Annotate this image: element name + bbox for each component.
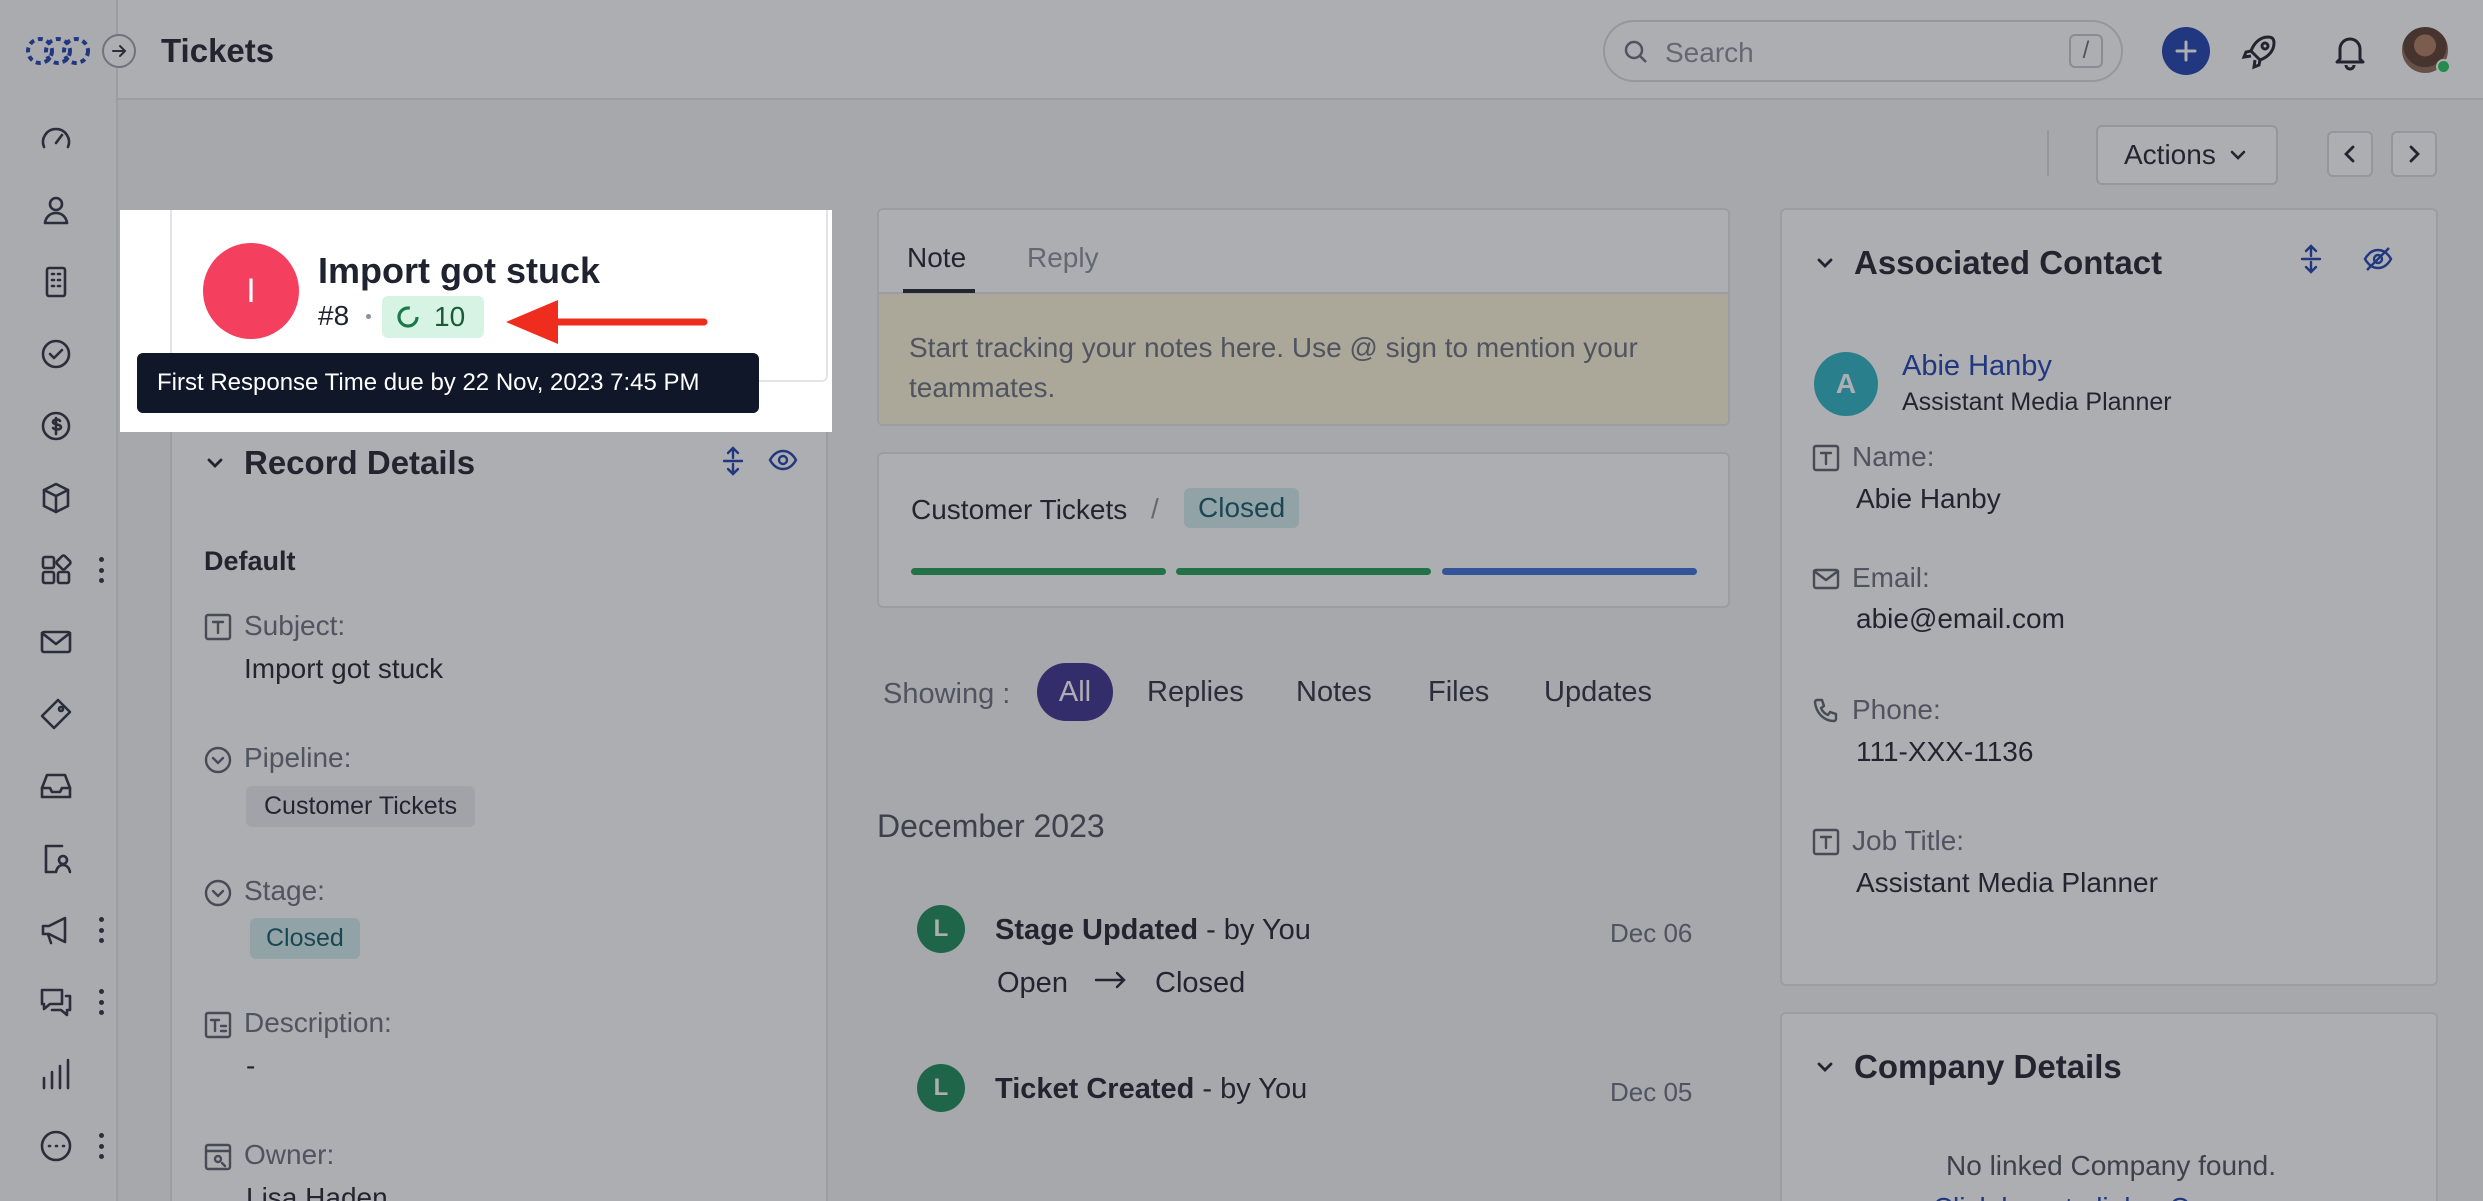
- callout-arrow: [506, 300, 708, 344]
- app-window: Tickets Search / Actions Record Details …: [0, 0, 2483, 1201]
- dim-overlay: [0, 0, 2483, 1201]
- sla-tooltip: First Response Time due by 22 Nov, 2023 …: [137, 353, 759, 413]
- ticket-avatar: I: [203, 243, 299, 339]
- ticket-number: #8: [318, 300, 350, 331]
- sla-timer-value: 10: [434, 301, 466, 332]
- sla-timer-badge[interactable]: 10: [382, 296, 484, 338]
- ticket-title: Import got stuck: [318, 250, 601, 291]
- progress-ring-icon: [397, 306, 419, 328]
- separator-dot: [366, 314, 371, 319]
